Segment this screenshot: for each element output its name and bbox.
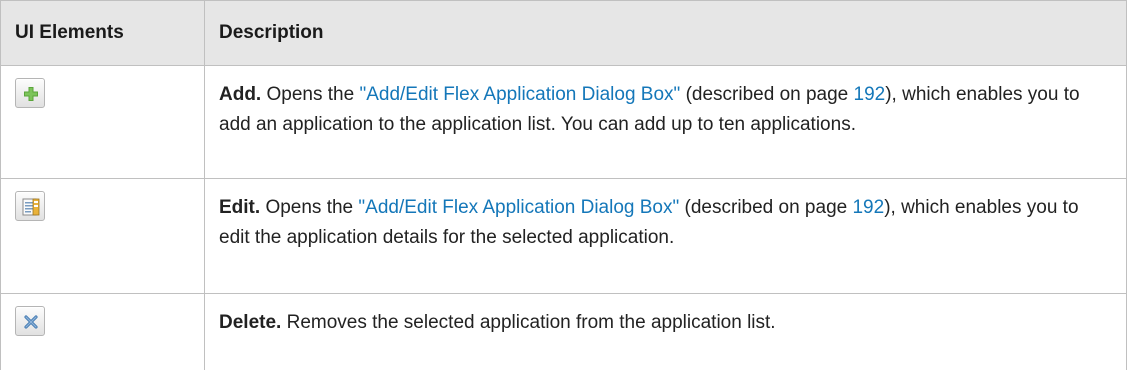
table-row-add: Add. Opens the "Add/Edit Flex Applicatio… bbox=[0, 65, 1127, 179]
term-label: Edit. bbox=[219, 197, 261, 218]
delete-button[interactable] bbox=[15, 306, 45, 336]
add-icon bbox=[24, 87, 38, 101]
dialog-box-link[interactable]: "Add/Edit Flex Application Dialog Box" bbox=[358, 197, 679, 218]
term-label: Add. bbox=[219, 84, 262, 105]
description-cell: Add. Opens the "Add/Edit Flex Applicatio… bbox=[204, 65, 1127, 179]
dialog-box-link[interactable]: "Add/Edit Flex Application Dialog Box" bbox=[359, 84, 680, 105]
description-text: (described on page bbox=[679, 197, 853, 218]
header-description: Description bbox=[204, 0, 1127, 66]
description-cell: Edit. Opens the "Add/Edit Flex Applicati… bbox=[204, 178, 1127, 294]
delete-icon bbox=[24, 315, 38, 329]
edit-icon bbox=[22, 198, 40, 216]
header-ui-elements: UI Elements bbox=[0, 0, 205, 66]
description-text: (described on page bbox=[680, 84, 854, 105]
description-text: Opens the bbox=[261, 84, 360, 105]
ui-element-cell bbox=[0, 293, 205, 370]
table-row-edit: Edit. Opens the "Add/Edit Flex Applicati… bbox=[0, 178, 1127, 294]
table-row-delete: Delete. Removes the selected application… bbox=[0, 293, 1127, 370]
ui-element-cell bbox=[0, 65, 205, 179]
table-header-row: UI Elements Description bbox=[0, 0, 1127, 66]
description-text: Removes the selected application from th… bbox=[281, 312, 776, 333]
page-link[interactable]: 192 bbox=[854, 84, 886, 105]
ui-element-cell bbox=[0, 178, 205, 294]
ui-elements-table: UI Elements Description Add. Opens the "… bbox=[0, 0, 1127, 370]
term-label: Delete. bbox=[219, 312, 282, 333]
edit-button[interactable] bbox=[15, 191, 45, 221]
add-button[interactable] bbox=[15, 78, 45, 108]
description-cell: Delete. Removes the selected application… bbox=[204, 293, 1127, 370]
page-link[interactable]: 192 bbox=[852, 197, 884, 218]
description-text: Opens the bbox=[260, 197, 359, 218]
